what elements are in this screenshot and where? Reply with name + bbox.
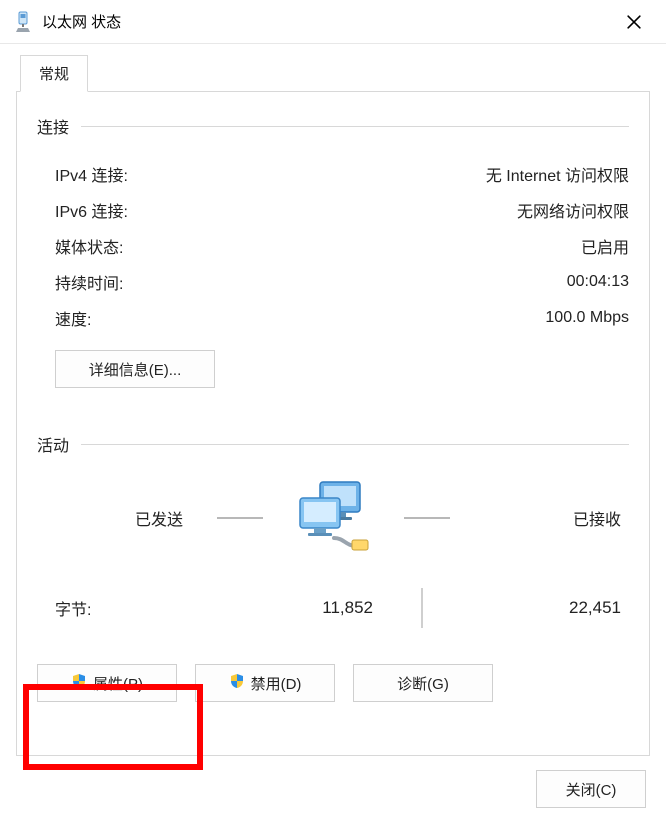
row-speed: 速度: 100.0 Mbps <box>55 300 629 336</box>
row-media-state: 媒体状态: 已启用 <box>55 228 629 264</box>
divider <box>404 517 450 519</box>
speed-label: 速度: <box>55 306 91 330</box>
title-bar: 以太网 状态 <box>0 0 666 44</box>
ipv6-value: 无网络访问权限 <box>517 198 629 222</box>
received-label: 已接收 <box>475 506 625 530</box>
row-ipv6: IPv6 连接: 无网络访问权限 <box>55 192 629 228</box>
action-button-row: 属性(P) 禁用(D) 诊断(G) <box>37 664 629 702</box>
window-title: 以太网 状态 <box>42 11 612 32</box>
shield-icon <box>71 673 87 693</box>
disable-button-label: 禁用(D) <box>251 673 302 694</box>
ipv6-label: IPv6 连接: <box>55 198 128 222</box>
connection-header-label: 连接 <box>37 114 69 138</box>
divider <box>81 444 629 445</box>
sent-label: 已发送 <box>41 506 191 530</box>
diagnose-button[interactable]: 诊断(G) <box>353 664 493 702</box>
network-computers-icon <box>288 478 378 558</box>
divider <box>217 517 263 519</box>
ipv4-value: 无 Internet 访问权限 <box>486 162 629 186</box>
details-button[interactable]: 详细信息(E)... <box>55 350 215 388</box>
tab-page-general: 连接 IPv4 连接: 无 Internet 访问权限 IPv6 连接: 无网络… <box>16 91 650 756</box>
close-button[interactable]: 关闭(C) <box>536 770 646 808</box>
tab-general[interactable]: 常规 <box>20 55 88 92</box>
tab-strip: 常规 <box>20 54 650 91</box>
media-label: 媒体状态: <box>55 234 123 258</box>
duration-value: 00:04:13 <box>567 273 629 291</box>
disable-button[interactable]: 禁用(D) <box>195 664 335 702</box>
properties-button-label: 属性(P) <box>93 673 143 694</box>
ipv4-label: IPv4 连接: <box>55 162 128 186</box>
close-window-button[interactable] <box>612 2 656 42</box>
divider <box>81 126 629 127</box>
media-value: 已启用 <box>581 234 629 258</box>
footer-row: 关闭(C) <box>16 770 650 808</box>
bytes-label: 字节: <box>55 596 175 620</box>
row-duration: 持续时间: 00:04:13 <box>55 264 629 300</box>
activity-header-label: 活动 <box>37 432 69 456</box>
connection-details: IPv4 连接: 无 Internet 访问权限 IPv6 连接: 无网络访问权… <box>55 156 629 336</box>
connection-group-header: 连接 <box>37 114 629 138</box>
bytes-sent-value: 11,852 <box>175 598 421 618</box>
shield-icon <box>229 673 245 693</box>
properties-button[interactable]: 属性(P) <box>37 664 177 702</box>
duration-label: 持续时间: <box>55 270 123 294</box>
activity-visual: 已发送 已接收 <box>37 478 629 558</box>
bytes-received-value: 22,451 <box>423 598 629 618</box>
speed-value: 100.0 Mbps <box>545 309 629 327</box>
ethernet-icon <box>14 11 32 33</box>
activity-group-header: 活动 <box>37 432 629 456</box>
row-ipv4: IPv4 连接: 无 Internet 访问权限 <box>55 156 629 192</box>
bytes-row: 字节: 11,852 22,451 <box>37 588 629 628</box>
dialog-body: 常规 连接 IPv4 连接: 无 Internet 访问权限 IPv6 连接: … <box>0 44 666 824</box>
